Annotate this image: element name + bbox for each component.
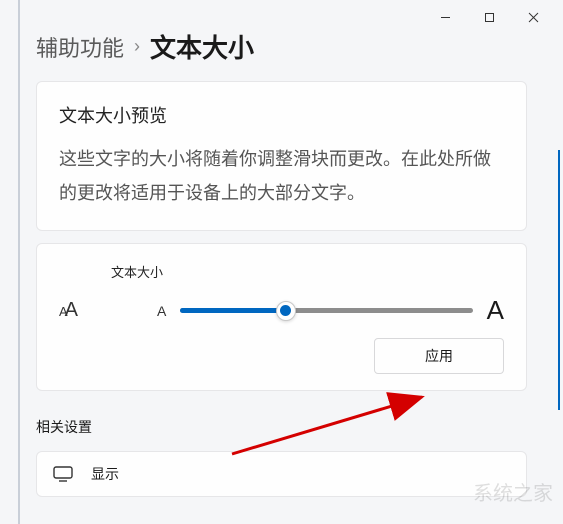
chevron-right-icon: › <box>134 36 140 57</box>
minimize-button[interactable] <box>423 2 467 32</box>
slider-label: 文本大小 <box>111 262 504 281</box>
related-settings-title: 相关设置 <box>36 417 527 437</box>
display-settings-item[interactable]: 显示 <box>36 451 527 497</box>
text-size-preview-card: 文本大小预览 这些文字的大小将随着你调整滑块而更改。在此处所做的更改将适用于设备… <box>36 81 527 231</box>
preview-title: 文本大小预览 <box>59 102 504 128</box>
maximize-button[interactable] <box>467 2 511 32</box>
preview-body: 这些文字的大小将随着你调整滑块而更改。在此处所做的更改将适用于设备上的大部分文字… <box>59 142 504 210</box>
close-button[interactable] <box>511 2 555 32</box>
monitor-icon <box>53 466 73 482</box>
slider-thumb[interactable] <box>276 301 296 321</box>
text-size-slider[interactable] <box>180 301 472 321</box>
page-title: 文本大小 <box>150 28 254 65</box>
slider-min-marker: A <box>157 303 166 319</box>
display-label: 显示 <box>91 464 119 484</box>
breadcrumb: 辅助功能 › 文本大小 <box>0 28 563 81</box>
text-size-icon: AA <box>59 299 91 322</box>
text-size-slider-card: 文本大小 AA A A 应用 <box>36 243 527 391</box>
breadcrumb-parent[interactable]: 辅助功能 <box>36 31 124 63</box>
apply-button[interactable]: 应用 <box>374 338 504 374</box>
slider-max-marker: A <box>487 295 504 326</box>
